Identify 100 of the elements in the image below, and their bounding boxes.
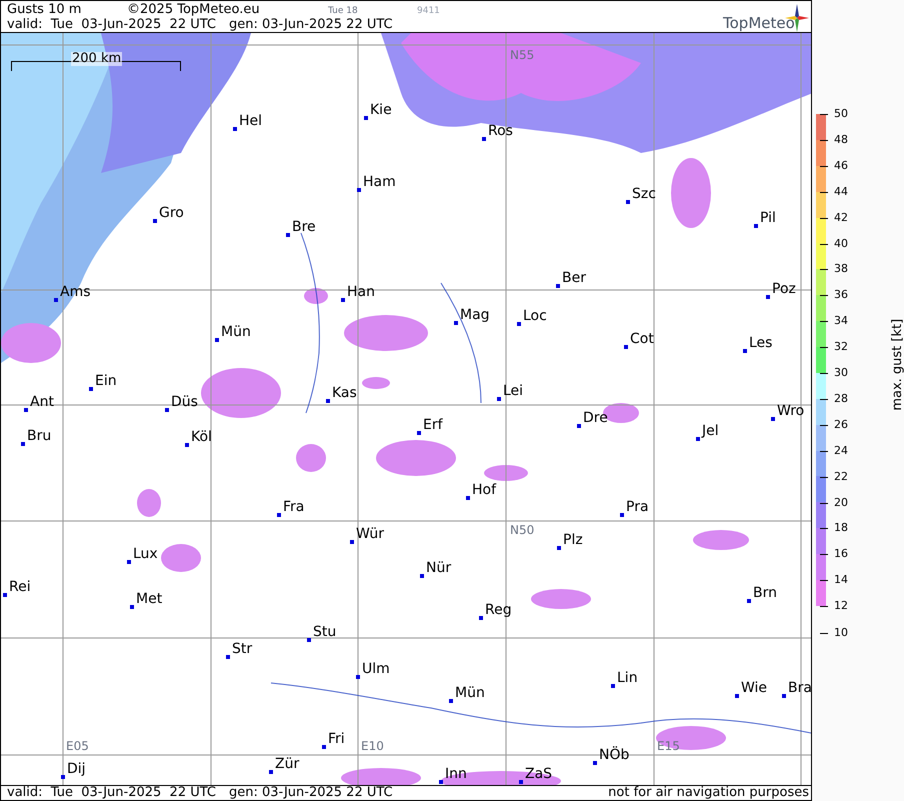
city-label: Erf [423, 418, 443, 433]
city-label: Kie [370, 103, 392, 118]
generated-time-text: gen: 03-Jun-2025 22 UTC [229, 17, 393, 32]
city-marker [782, 694, 786, 698]
tick-label: 36 [834, 289, 848, 302]
city-label: Reg [485, 603, 512, 618]
city-marker [420, 574, 424, 578]
city-marker [350, 540, 354, 544]
tick-label: 16 [834, 548, 848, 560]
tick-label: 42 [834, 212, 848, 224]
city-marker [165, 408, 169, 412]
city-marker [766, 295, 770, 299]
city-marker [593, 761, 597, 765]
city-label: Dij [67, 762, 86, 777]
city-marker [439, 780, 443, 784]
city-marker [307, 638, 311, 642]
city-marker [61, 775, 65, 779]
city-marker [626, 200, 630, 204]
city-label: Ein [95, 374, 117, 389]
city-label: ZaS [525, 767, 552, 782]
city-marker [233, 127, 237, 131]
run-label: Tue 18 [328, 5, 358, 18]
tick-mark [820, 140, 828, 141]
city-label: Brn [753, 586, 777, 601]
tick-label: 34 [834, 315, 848, 328]
tick-label: 12 [834, 600, 848, 612]
tick-label: 18 [834, 522, 848, 534]
city-label: Bra [788, 681, 811, 696]
city-marker [624, 345, 628, 349]
city-marker [620, 513, 624, 517]
city-marker [517, 322, 521, 326]
city-label: Köl [191, 430, 212, 445]
tick-label: 46 [834, 160, 848, 172]
city-label: Stu [313, 625, 336, 640]
logo-text: TopMeteo [723, 16, 795, 31]
disclaimer-text: not for air navigation purposes [608, 786, 809, 800]
city-marker [735, 694, 739, 698]
city-label: Cot [630, 332, 654, 347]
city-label: Mün [221, 325, 251, 340]
city-marker [454, 321, 458, 325]
city-label: Ber [562, 271, 586, 286]
tick-mark [820, 321, 828, 322]
city-marker [747, 599, 751, 603]
city-label: Pra [626, 500, 649, 515]
city-label: Mün [455, 686, 485, 701]
city-label: NÖb [599, 748, 630, 763]
tick-mark [820, 450, 828, 452]
tick-label: 20 [834, 496, 848, 508]
grid-label: N55 [510, 49, 534, 62]
city-label: Gro [159, 206, 184, 221]
tick-mark [820, 632, 828, 634]
tick-label: 30 [834, 367, 848, 379]
city-marker [557, 546, 561, 550]
tick-label: 26 [834, 418, 848, 431]
city-marker [482, 137, 486, 141]
city-marker [326, 399, 330, 403]
city-label: Han [347, 285, 375, 300]
tick-label: 32 [834, 341, 848, 354]
city-marker [364, 116, 368, 120]
city-label: Str [232, 642, 252, 657]
tick-label: 10 [834, 626, 848, 638]
city-marker [130, 605, 134, 609]
tick-label: 24 [834, 444, 848, 457]
tick-label: 50 [834, 108, 848, 120]
city-marker [479, 616, 483, 620]
tick-mark [820, 192, 828, 193]
grid-label: E05 [66, 740, 89, 753]
city-marker [519, 780, 523, 784]
tick-mark [820, 606, 828, 608]
tick-mark [820, 166, 828, 167]
city-marker [754, 224, 758, 228]
city-marker [449, 699, 453, 703]
city-label: Fra [283, 500, 304, 515]
tick-mark [820, 528, 828, 530]
city-label: Lei [503, 384, 524, 399]
city-marker [696, 437, 700, 441]
tick-mark [820, 269, 828, 270]
city-marker [417, 431, 421, 435]
city-marker [556, 284, 560, 288]
city-label: Poz [772, 282, 796, 297]
city-label: Wie [741, 681, 768, 696]
city-label: Nür [426, 561, 452, 576]
tick-mark [820, 218, 828, 219]
tick-mark [820, 580, 828, 582]
city-label: Bru [27, 429, 52, 444]
tick-mark [820, 373, 828, 374]
tick-mark [820, 114, 828, 115]
city-marker [356, 675, 360, 679]
city-label: Ros [488, 124, 513, 139]
tick-mark [820, 295, 828, 296]
tick-label: 22 [834, 470, 848, 483]
city-marker [611, 684, 615, 688]
city-label: Ulm [362, 662, 390, 677]
city-marker [466, 496, 470, 500]
tick-mark [820, 502, 828, 504]
code-label: 9411 [417, 5, 440, 18]
city-label: Szc [632, 187, 656, 202]
tick-label: 48 [834, 134, 848, 146]
city-label: Wro [777, 404, 804, 419]
tick-label: 14 [834, 574, 848, 586]
